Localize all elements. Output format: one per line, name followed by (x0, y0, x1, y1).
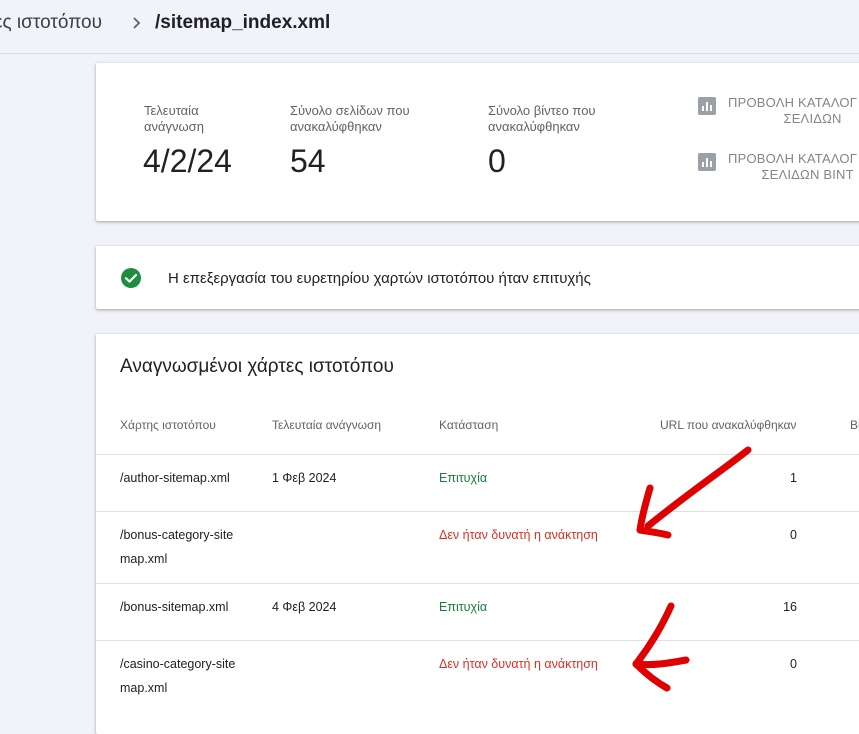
table-row[interactable]: /casino-category-site map.xml Δεν ήταν δ… (96, 640, 859, 712)
pages-discovered-value: 54 (290, 143, 326, 179)
column-header-last-read[interactable]: Τελευταία ανάγνωση (272, 418, 381, 432)
view-pages-report-label: ΠΡΟΒΟΛΗ ΚΑΤΑΛΟΓ ΣΕΛΙΔΩΝ (728, 95, 858, 126)
last-read-value: 4/2/24 (143, 143, 232, 179)
column-header-urls[interactable]: URL που ανακαλύφθηκαν (660, 418, 796, 432)
row-urls: 0 (790, 528, 797, 542)
check-circle-icon (121, 268, 141, 288)
row-status: Επιτυχία (439, 600, 488, 614)
row-status: Επιτυχία (439, 471, 488, 485)
stats-card: Τελευταία ανάγνωση 4/2/24 Σύνολο σελίδων… (96, 63, 859, 221)
status-message: Η επεξεργασία του ευρετηρίου χαρτών ιστο… (168, 270, 591, 287)
row-status: Δεν ήταν δυνατή η ανάκτηση (439, 528, 598, 542)
row-sitemap: /bonus-category-site map.xml (120, 528, 234, 566)
table-title: Αναγνωσμένοι χάρτες ιστοτόπου (120, 356, 394, 377)
row-urls: 16 (783, 600, 797, 614)
table-row[interactable]: /bonus-sitemap.xml 4 Φεβ 2024 Επιτυχία 1… (96, 583, 859, 640)
column-header-sitemap[interactable]: Χάρτης ιστοτόπου (120, 418, 216, 432)
read-sitemaps-card: Αναγνωσμένοι χάρτες ιστοτόπου Χάρτης ιστ… (96, 334, 859, 734)
view-pages-report-link[interactable]: ΠΡΟΒΟΛΗ ΚΑΤΑΛΟΓ ΣΕΛΙΔΩΝ (698, 95, 857, 127)
table-row[interactable]: /author-sitemap.xml 1 Φεβ 2024 Επιτυχία … (96, 454, 859, 511)
last-read-label: Τελευταία ανάγνωση (144, 103, 204, 134)
row-urls: 0 (790, 657, 797, 671)
status-card: Η επεξεργασία του ευρετηρίου χαρτών ιστο… (96, 246, 859, 309)
videos-discovered-value: 0 (488, 143, 506, 179)
bar-chart-icon (698, 97, 716, 115)
chevron-right-icon (133, 17, 141, 29)
row-status: Δεν ήταν δυνατή η ανάκτηση (439, 657, 598, 671)
row-last-read: 1 Φεβ 2024 (272, 471, 337, 485)
row-sitemap: /author-sitemap.xml (120, 471, 230, 485)
top-bar: ες ιστοτόπου /sitemap_index.xml (0, 0, 859, 54)
column-header-status[interactable]: Κατάσταση (439, 418, 498, 432)
view-videos-report-link[interactable]: ΠΡΟΒΟΛΗ ΚΑΤΑΛΟΓ ΣΕΛΙΔΩΝ ΒΙΝΤ (698, 151, 857, 183)
column-header-videos[interactable]: Βί (850, 418, 859, 432)
pages-discovered-label: Σύνολο σελίδων που ανακαλύφθηκαν (290, 103, 410, 134)
breadcrumb-parent[interactable]: ες ιστοτόπου (0, 12, 102, 34)
row-sitemap: /casino-category-site map.xml (120, 657, 236, 695)
view-videos-report-label: ΠΡΟΒΟΛΗ ΚΑΤΑΛΟΓ ΣΕΛΙΔΩΝ ΒΙΝΤ (728, 151, 858, 182)
row-sitemap: /bonus-sitemap.xml (120, 600, 229, 614)
bar-chart-icon (698, 153, 716, 171)
row-last-read: 4 Φεβ 2024 (272, 600, 337, 614)
breadcrumb-current: /sitemap_index.xml (155, 12, 331, 33)
row-urls: 1 (790, 471, 797, 485)
videos-discovered-label: Σύνολο βίντεο που ανακαλύφθηκαν (488, 103, 596, 134)
table-row[interactable]: /bonus-category-site map.xml Δεν ήταν δυ… (96, 511, 859, 583)
